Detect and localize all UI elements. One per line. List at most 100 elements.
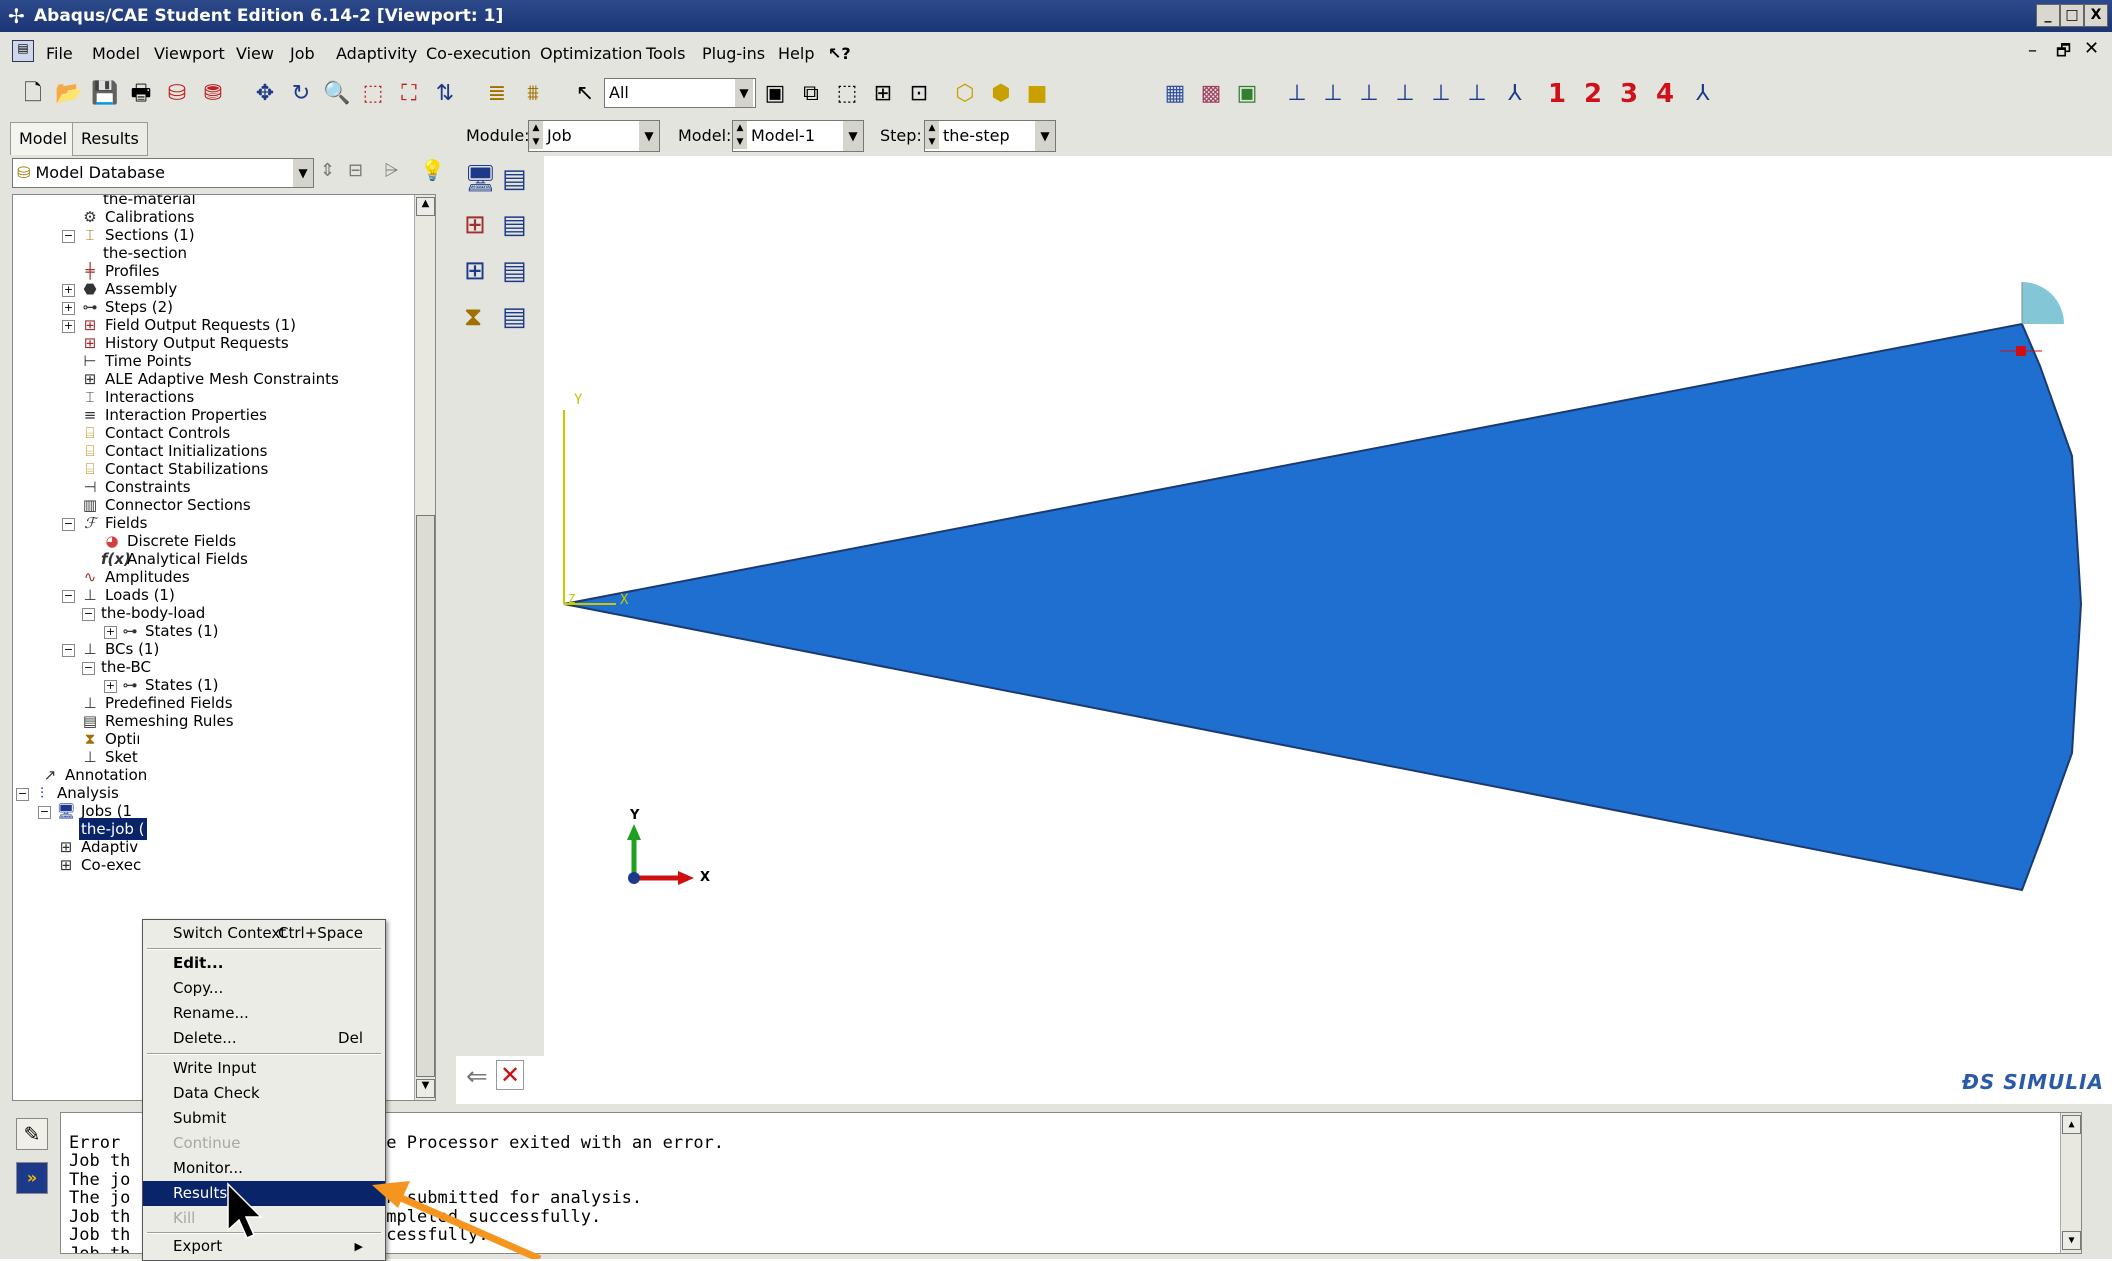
menu-view[interactable]: View xyxy=(236,44,274,63)
scroll-down-arrow[interactable]: ▼ xyxy=(2062,1231,2081,1250)
zoom-icon[interactable]: 🔍 xyxy=(322,79,352,109)
co-execution-manager-icon[interactable]: ▤ xyxy=(502,256,527,286)
job-create-icon[interactable]: 🖥 xyxy=(464,164,497,194)
expand-tree-icon[interactable]: ⊟ xyxy=(348,160,363,181)
chevron-down-icon[interactable]: ▼ xyxy=(639,121,659,151)
menu-write-input[interactable]: Write Input xyxy=(143,1056,385,1081)
adaptivity-manager-icon[interactable]: ▤ xyxy=(502,210,527,240)
hidden-line-icon[interactable]: ⬢ xyxy=(986,79,1016,109)
selection-options-icon[interactable]: ▣ xyxy=(760,79,790,109)
chevron-down-icon[interactable]: ▼ xyxy=(843,121,863,151)
expand-toggle[interactable]: + xyxy=(62,302,75,315)
view-front-icon[interactable]: ⊥ xyxy=(1282,79,1312,109)
expand-toggle[interactable]: + xyxy=(62,284,75,297)
open-icon[interactable]: 📂 xyxy=(54,79,84,109)
chevron-down-icon[interactable]: ▼ xyxy=(1035,121,1055,151)
step-combo[interactable]: ▲ ▼ the-step ▼ xyxy=(924,120,1056,152)
co-execution-create-icon[interactable]: ⊞ xyxy=(464,256,486,286)
view-3-button[interactable]: 3 xyxy=(1614,79,1644,109)
highlight-icon[interactable]: 💡 xyxy=(420,158,445,182)
spinner-icon[interactable]: ▲ ▼ xyxy=(733,121,747,149)
scroll-down-arrow[interactable]: ▼ xyxy=(416,1079,435,1098)
adaptivity-create-icon[interactable]: ⊞ xyxy=(464,210,486,240)
close-button[interactable]: X xyxy=(2084,4,2108,27)
scroll-thumb[interactable] xyxy=(416,515,435,1077)
context-help-icon[interactable]: ↖? xyxy=(828,44,851,63)
maximize-button[interactable]: □ xyxy=(2060,4,2084,27)
select-solid-icon[interactable]: ⧉ xyxy=(796,79,826,109)
chevron-down-icon[interactable]: ▼ xyxy=(293,159,313,187)
menu-copy[interactable]: Copy... xyxy=(143,976,385,1001)
inner-minimize-button[interactable]: – xyxy=(2028,40,2037,61)
shaded-icon[interactable]: ■ xyxy=(1022,79,1052,109)
select-box-icon[interactable]: ⬚ xyxy=(832,79,862,109)
menu-edit[interactable]: Edit... xyxy=(143,951,385,976)
menu-delete[interactable]: Delete... Del xyxy=(143,1026,385,1051)
menu-results[interactable]: Results xyxy=(143,1181,385,1206)
menu-plugins[interactable]: Plug-ins xyxy=(702,44,765,63)
collapse-toggle[interactable]: − xyxy=(16,788,29,801)
view-right-icon[interactable]: ⊥ xyxy=(1390,79,1420,109)
system-menu-icon[interactable]: ▤ xyxy=(12,40,34,62)
menu-job[interactable]: Job xyxy=(290,44,315,63)
view-4-button[interactable]: 4 xyxy=(1650,79,1680,109)
tab-model[interactable]: Model xyxy=(10,122,77,155)
collapse-toggle[interactable]: − xyxy=(82,662,95,675)
expand-toggle[interactable]: + xyxy=(62,320,75,333)
menu-monitor[interactable]: Monitor... xyxy=(143,1156,385,1181)
collapse-toggle[interactable]: − xyxy=(62,590,75,603)
view-bottom-icon[interactable]: ⊥ xyxy=(1462,79,1492,109)
chevron-down-icon[interactable]: ▼ xyxy=(735,79,753,107)
view-left-icon[interactable]: ⊥ xyxy=(1354,79,1384,109)
menu-tools[interactable]: Tools xyxy=(646,44,685,63)
pan-icon[interactable]: ✥ xyxy=(250,79,280,109)
menu-viewport[interactable]: Viewport xyxy=(154,44,225,63)
auto-fit-icon[interactable]: ⛶ xyxy=(394,79,424,109)
filter-icon[interactable]: ⩥ xyxy=(384,160,398,181)
part-shape[interactable] xyxy=(563,322,2083,892)
upload-icon[interactable]: ⛁ xyxy=(162,79,192,109)
download-icon[interactable]: ⛃ xyxy=(198,79,228,109)
menu-submit[interactable]: Submit xyxy=(143,1106,385,1131)
layers-icon[interactable]: ⩩ xyxy=(518,79,548,109)
message-area-icon[interactable]: ✎ xyxy=(16,1118,48,1150)
view-2-button[interactable]: 2 xyxy=(1578,79,1608,109)
menu-switch-context[interactable]: Switch Context Ctrl+Space xyxy=(143,921,385,946)
parallel-icon[interactable]: ▩ xyxy=(1196,79,1226,109)
new-file-icon[interactable]: 🗋 xyxy=(18,79,48,109)
optimization-manager-icon[interactable]: ▤ xyxy=(502,302,527,332)
perspective-icon[interactable]: ▦ xyxy=(1160,79,1190,109)
stack-icon[interactable]: ≣ xyxy=(482,79,512,109)
select-mesh-icon[interactable]: ⊞ xyxy=(868,79,898,109)
optimization-create-icon[interactable]: ⧗ xyxy=(464,302,482,333)
menu-co-execution[interactable]: Co-execution xyxy=(426,44,531,63)
menu-file[interactable]: File xyxy=(46,44,73,63)
wireframe-icon[interactable]: ⬡ xyxy=(950,79,980,109)
python-shell-icon[interactable]: » xyxy=(16,1162,48,1194)
job-manager-icon[interactable]: ▤ xyxy=(502,164,527,194)
menu-help[interactable]: Help xyxy=(778,44,814,63)
view-1-button[interactable]: 1 xyxy=(1542,79,1572,109)
menu-model[interactable]: Model xyxy=(92,44,140,63)
view-back-icon[interactable]: ⊥ xyxy=(1318,79,1348,109)
collapse-toggle[interactable]: − xyxy=(62,518,75,531)
cancel-icon[interactable]: ✕ xyxy=(496,1060,524,1090)
menu-rename[interactable]: Rename... xyxy=(143,1001,385,1026)
module-combo[interactable]: ▲ ▼ Job ▼ xyxy=(528,120,660,152)
menu-export[interactable]: Export ▶ xyxy=(143,1234,385,1259)
viewport-canvas[interactable]: Y X Z Y X ƉS SIMULIA xyxy=(544,156,2112,1101)
select-hidden-icon[interactable]: ⊡ xyxy=(904,79,934,109)
model-database-combo[interactable]: ⛁ Model Database ▼ xyxy=(12,158,314,188)
scroll-up-arrow[interactable]: ▲ xyxy=(2062,1115,2081,1134)
box-zoom-icon[interactable]: ⬚ xyxy=(358,79,388,109)
tab-results[interactable]: Results xyxy=(72,122,148,156)
inner-close-button[interactable]: ✕ xyxy=(2084,38,2099,59)
inner-restore-button[interactable]: 🗗 xyxy=(2056,40,2071,67)
tree-node-co-execution[interactable]: ⊞ Co-exec xyxy=(55,854,142,876)
collapse-toggle[interactable]: − xyxy=(82,608,95,621)
select-arrow-icon[interactable]: ↖ xyxy=(570,79,600,109)
spinner-icon[interactable]: ▲ ▼ xyxy=(529,121,543,149)
tree-scrollbar[interactable]: ▲ ▼ xyxy=(414,195,435,1100)
menu-adaptivity[interactable]: Adaptivity xyxy=(336,44,417,63)
minimize-button[interactable]: _ xyxy=(2036,4,2060,27)
